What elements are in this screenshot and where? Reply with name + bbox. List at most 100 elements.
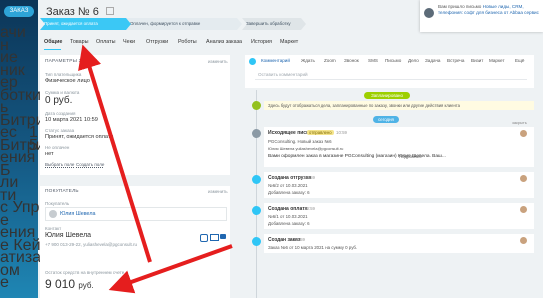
email-icon[interactable] [210, 234, 219, 241]
paid-value: нет [45, 151, 54, 157]
composer-tab-sms[interactable]: SMS [368, 58, 378, 63]
section-title: ПОКУПАТЕЛЬ [45, 189, 79, 194]
section-title: ПАРАМЕТРЫ ЗАКАЗА [45, 59, 98, 64]
order-created-timeline-item[interactable]: Создан заказ 10:59 Заказ №6 от 10 марта … [264, 234, 534, 253]
payment-time: 10:59 [304, 206, 315, 211]
more-link[interactable]: Подробнее [399, 154, 422, 159]
order-created-icon [252, 237, 261, 246]
buyer-card: ПОКУПАТЕЛЬ изменить Покупатель Юлия Шеве… [40, 186, 230, 298]
edit-pencil-icon[interactable] [105, 7, 114, 15]
shipment-icon [252, 175, 261, 184]
shipment-note: Добавлена заказу: 6 [268, 190, 310, 195]
status-value: Принят, ожидается оплата [45, 134, 114, 140]
activity-composer: Комментарий Ждать Zoom Звонок SMS Письмо… [245, 55, 534, 88]
payer-type-value: Физическое лицо [45, 78, 90, 84]
shipment-timeline-item[interactable]: Создана отгрузка 10:59 №6/2 от 10.03.202… [264, 172, 534, 198]
order-created-time: 10:59 [294, 237, 305, 242]
status-label: Статус заказа [45, 128, 75, 133]
date-value: 10 марта 2021 10:59 [45, 117, 98, 123]
notification-popup[interactable]: Вам пришло письмо Новые лиды, CRM, телеф… [420, 0, 543, 32]
payment-link[interactable]: №6/1 от 10.03.2021 [268, 214, 308, 219]
notification-text: Вам пришло письмо Новые лиды, CRM, телеф… [438, 4, 540, 16]
stage-accepted[interactable]: Принят, ожидается оплата [40, 18, 132, 30]
order-tabs: Общие Товары Оплаты Чеки Отгрузки Роботы… [40, 38, 543, 50]
select-field-link[interactable]: Выбрать поле [45, 162, 74, 167]
stage-label: Принят, ожидается оплата [44, 21, 98, 26]
tab-payments[interactable]: Оплаты [96, 39, 115, 45]
logo-badge[interactable]: ЗАКАЗ [4, 6, 34, 17]
remainder-amount: 9 010 [45, 277, 76, 291]
tab-receipts[interactable]: Чеки [123, 39, 135, 45]
notification-avatar-icon [424, 8, 434, 18]
author-avatar [520, 175, 527, 182]
active-tab-indicator [44, 49, 61, 50]
tab-products[interactable]: Товары [70, 39, 89, 45]
author-avatar [520, 237, 527, 244]
change-link[interactable]: изменить [208, 189, 228, 194]
scheduled-badge: Запланировано [364, 92, 410, 99]
contact-label: Контакт [45, 226, 62, 231]
stage-finish[interactable]: Завершить обработку [242, 18, 306, 30]
tab-market[interactable]: Маркет [280, 39, 298, 45]
chat-icon[interactable] [220, 234, 226, 239]
phone-icon[interactable] [200, 234, 208, 242]
remainder-label: Остаток средств на внутреннем счете [45, 270, 125, 275]
composer-tab-comment[interactable]: Комментарий [261, 58, 290, 63]
total-value: 0 руб. [45, 95, 73, 106]
change-link[interactable]: изменить [208, 59, 228, 64]
composer-tab-task[interactable]: Задача [425, 58, 440, 63]
composer-tab-call[interactable]: Звонок [344, 58, 359, 63]
composer-tab-more[interactable]: Ещё [515, 58, 524, 63]
scheduled-hint-text: Здесь будут отображаться дела, запланиро… [268, 103, 460, 108]
today-badge: сегодня [373, 116, 399, 123]
payment-note: Добавлена заказу: 6 [268, 221, 310, 226]
contact-phone-email: +7 900 013-29-22, yuliashevela@pgconsult… [45, 242, 138, 247]
stage-paid[interactable]: Оплачен, формируется к отправке [126, 18, 242, 30]
timeline-line [256, 90, 257, 298]
composer-tab-meeting[interactable]: Встреча [447, 58, 464, 63]
payment-timeline-item[interactable]: Создана оплата 10:59 №6/1 от 10.03.2021 … [264, 203, 534, 229]
paid-label: Не оплачен [45, 145, 70, 150]
order-number: 6 [92, 6, 99, 18]
stage-label: Завершить обработку [246, 21, 291, 26]
create-field-link[interactable]: Создать поле [76, 162, 104, 167]
buyer-label: Покупатель [45, 201, 70, 206]
buyer-company-row[interactable]: Юлия Шевела [45, 207, 227, 221]
email-time: 10:59 [336, 130, 347, 135]
stage-label: Оплачен, формируется к отправке [130, 21, 201, 26]
author-avatar [520, 130, 527, 137]
info-icon [252, 101, 261, 110]
order-created-text: Заказ №6 от 10 марта 2021 на сумму 0 руб… [268, 245, 358, 250]
composer-tab-wait[interactable]: Ждать [301, 58, 315, 63]
payment-title: Создана оплата [268, 206, 308, 212]
remainder-value: 9 010 руб. [45, 277, 94, 291]
comment-icon [249, 58, 256, 65]
author-avatar [520, 206, 527, 213]
buyer-name-link[interactable]: Юлия Шевела [60, 211, 95, 217]
composer-tab-deal[interactable]: Дело [408, 58, 419, 63]
payment-icon [252, 206, 261, 215]
composer-tab-market[interactable]: Маркет [489, 58, 505, 63]
comment-input[interactable]: Оставить комментарий [255, 69, 527, 80]
close-item-link[interactable]: закрыть [512, 120, 527, 125]
tab-history[interactable]: История [251, 39, 272, 45]
company-icon [49, 210, 57, 218]
shipment-link[interactable]: №6/2 от 10.03.2021 [268, 183, 308, 188]
email-from: Юлия Шевела yuliashevela@pgconsult.ru [268, 146, 344, 151]
contact-name[interactable]: Юлия Шевела [45, 232, 91, 239]
composer-tab-visit[interactable]: Визит [471, 58, 483, 63]
tab-shipments[interactable]: Отгрузки [146, 39, 168, 45]
notification-prefix: Вам пришло письмо [438, 4, 482, 9]
sidebar-item[interactable]: е [0, 274, 9, 292]
composer-tab-zoom[interactable]: Zoom [324, 58, 336, 63]
shipment-time: 10:59 [304, 175, 315, 180]
composer-tab-email[interactable]: Письмо [385, 58, 401, 63]
tab-analysis[interactable]: Анализ заказа [206, 39, 242, 45]
scheduled-hint: Здесь будут отображаться дела, запланиро… [264, 101, 534, 110]
email-subject-link[interactable]: PGConsulting. Новый заказ №6 [268, 139, 332, 144]
email-timeline-item[interactable]: Исходящее письмо отправлено 10:59 PGCons… [264, 127, 534, 167]
tab-general[interactable]: Общие [44, 39, 62, 45]
email-status-badge: отправлено [307, 130, 334, 135]
page-title: Заказ № 6 [46, 6, 114, 18]
tab-robots[interactable]: Роботы [178, 39, 197, 45]
